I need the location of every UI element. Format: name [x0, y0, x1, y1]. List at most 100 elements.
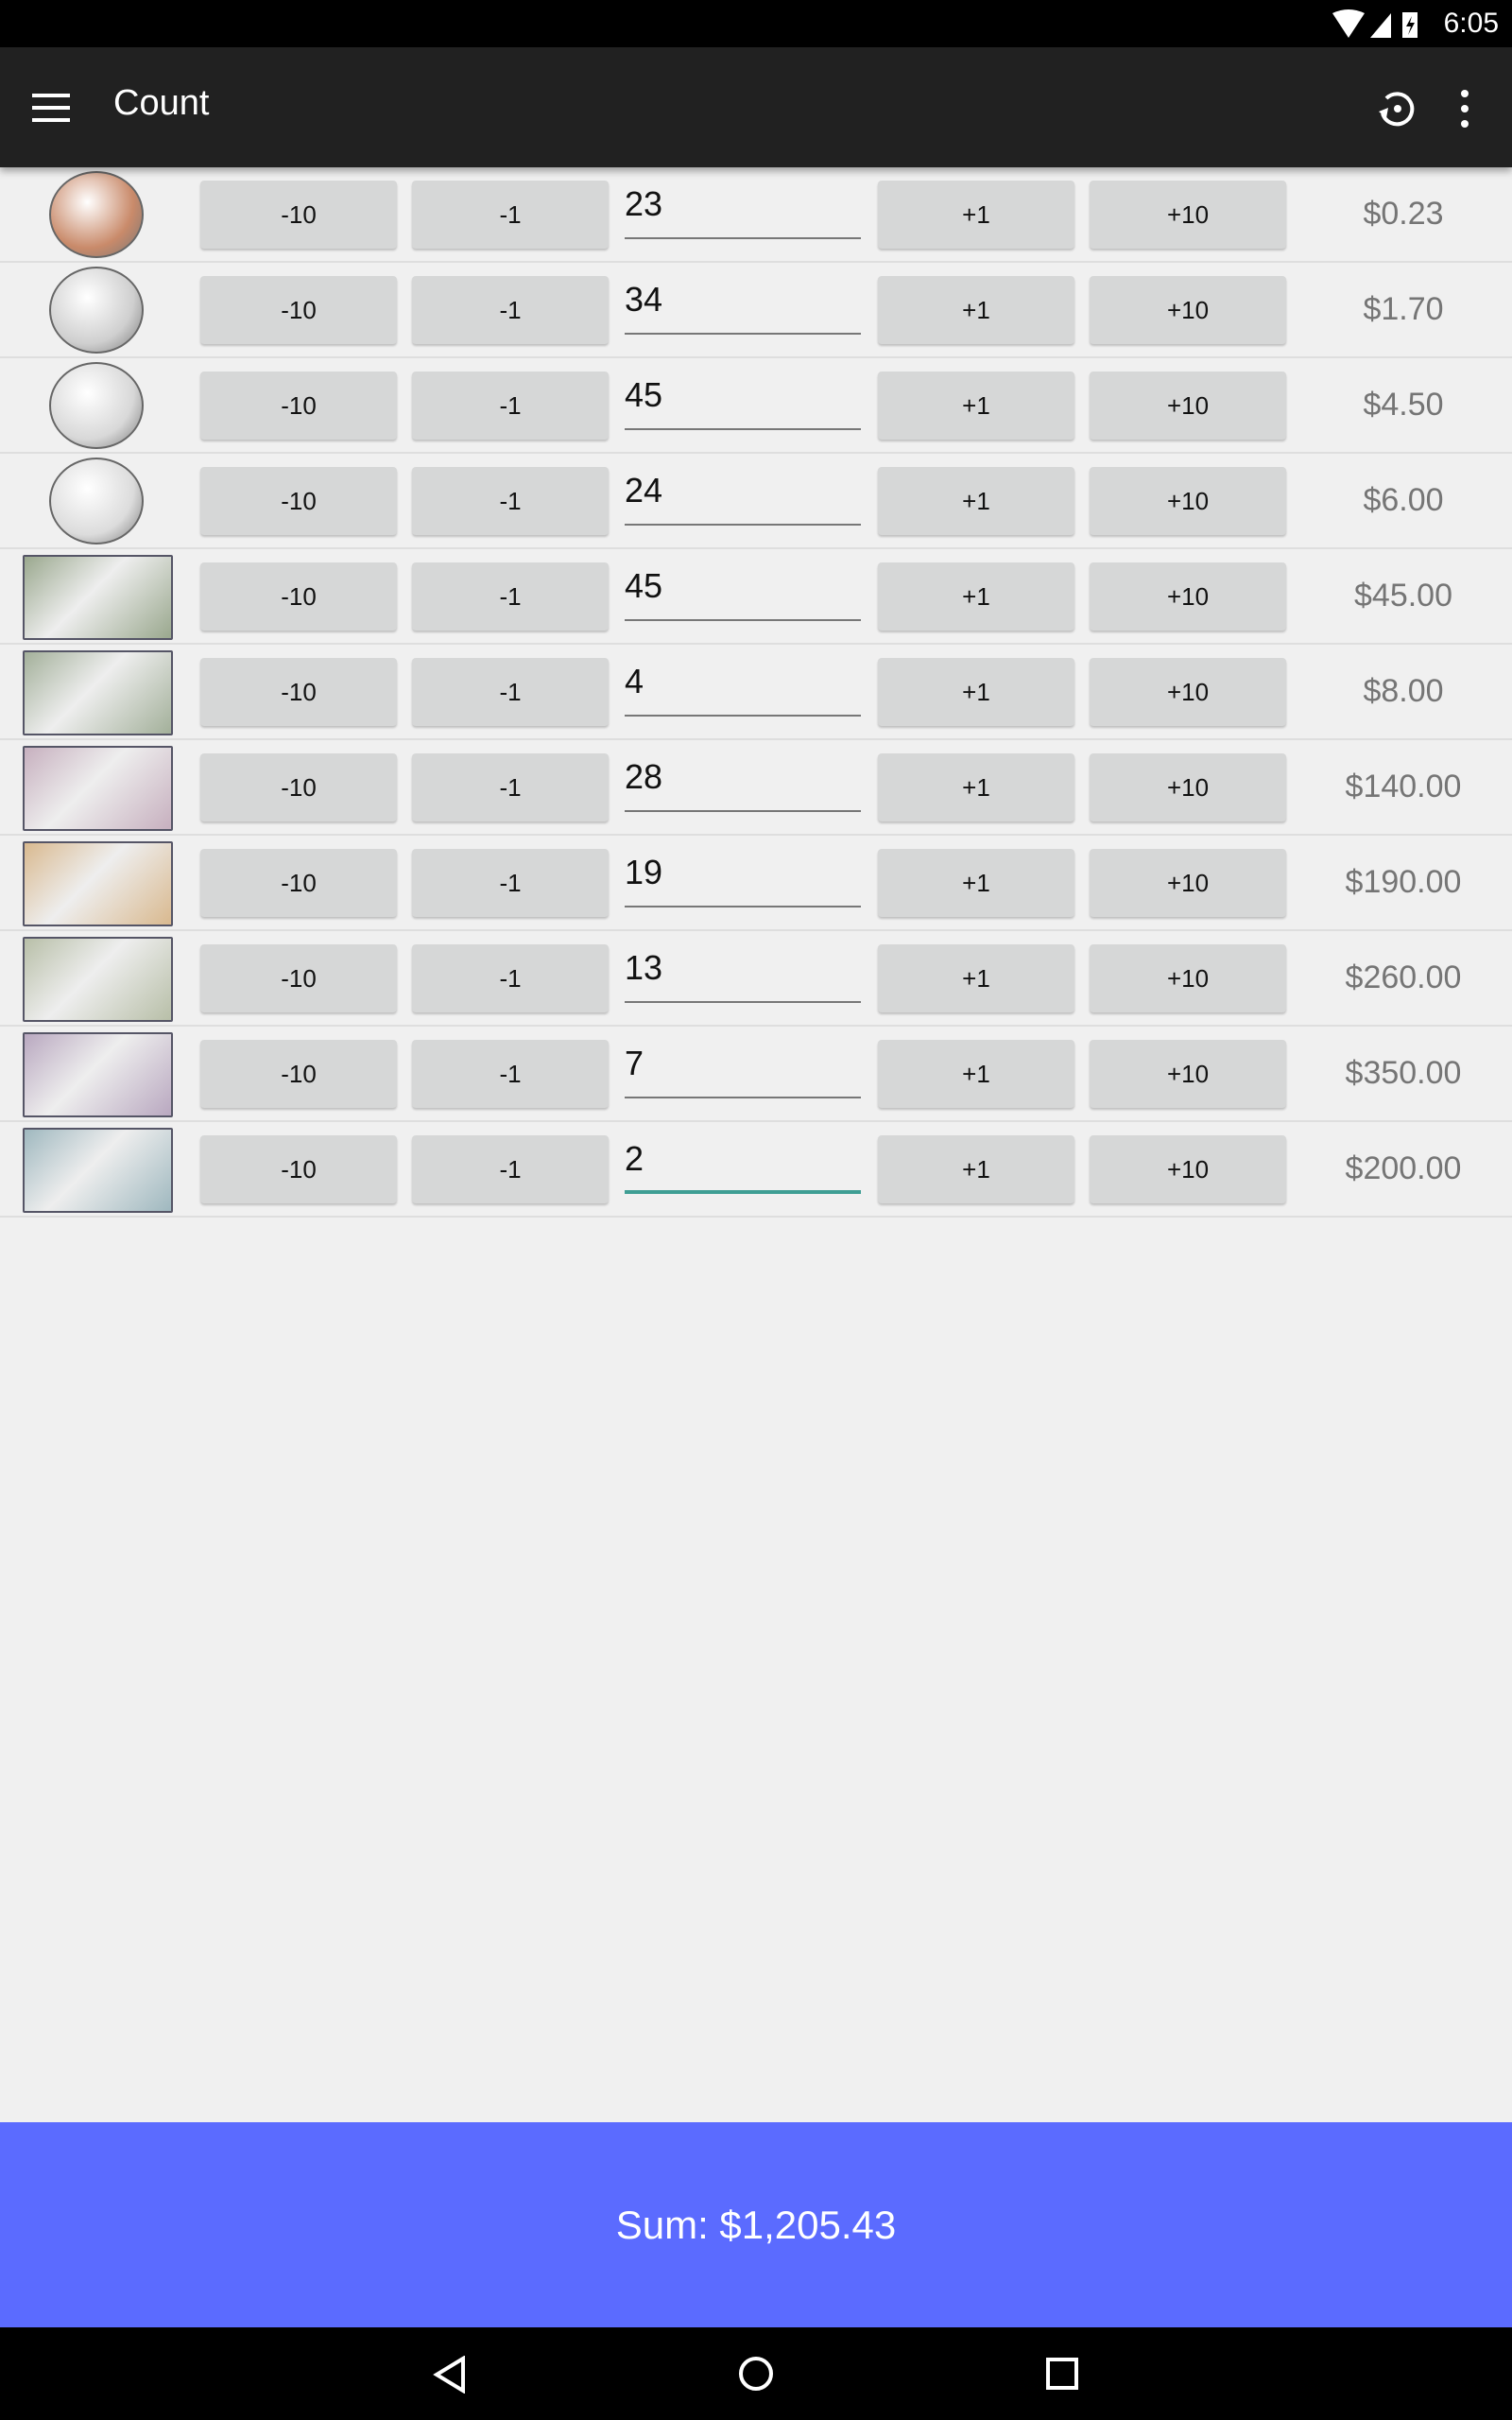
minus-10-button[interactable]: -10: [200, 181, 397, 249]
plus-10-button[interactable]: +10: [1090, 467, 1286, 535]
row-value: $4.50: [1363, 387, 1444, 423]
twenty-dollar-bill-image: [23, 937, 173, 1022]
minus-1-button[interactable]: -1: [412, 1135, 609, 1203]
count-input[interactable]: 45: [625, 561, 861, 621]
count-input[interactable]: 24: [625, 465, 861, 526]
count-input[interactable]: 19: [625, 847, 861, 908]
fifty-dollar-bill-image: [23, 1032, 173, 1117]
row-value: $0.23: [1363, 196, 1444, 232]
plus-10-button[interactable]: +10: [1090, 181, 1286, 249]
minus-1-button[interactable]: -1: [412, 944, 609, 1012]
home-icon[interactable]: [737, 2355, 775, 2393]
denomination-row: -10 -1 24 +1 +10 $6.00: [0, 454, 1512, 549]
minus-10-button[interactable]: -10: [200, 276, 397, 344]
denomination-list: -10 -1 23 +1 +10 $0.23 -10 -1 34 +1 +10 …: [0, 167, 1512, 1218]
recents-icon[interactable]: [1045, 2357, 1079, 2391]
minus-10-button[interactable]: -10: [200, 849, 397, 917]
plus-1-button[interactable]: +1: [878, 276, 1074, 344]
plus-10-button[interactable]: +10: [1090, 562, 1286, 631]
plus-10-button[interactable]: +10: [1090, 276, 1286, 344]
plus-1-button[interactable]: +1: [878, 372, 1074, 440]
denomination-row: -10 -1 2 +1 +10 $200.00: [0, 1122, 1512, 1218]
plus-10-button[interactable]: +10: [1090, 1040, 1286, 1108]
count-input[interactable]: 28: [625, 752, 861, 812]
five-dollar-bill-image: [23, 746, 173, 831]
navigation-bar: [0, 2327, 1512, 2420]
count-input[interactable]: 2: [625, 1133, 861, 1194]
count-input[interactable]: 4: [625, 656, 861, 717]
plus-10-button[interactable]: +10: [1090, 658, 1286, 726]
plus-10-button[interactable]: +10: [1090, 753, 1286, 821]
row-value: $260.00: [1345, 959, 1462, 995]
page-title: Count: [113, 83, 210, 123]
count-input[interactable]: 45: [625, 370, 861, 430]
hundred-dollar-bill-image: [23, 1128, 173, 1213]
minus-1-button[interactable]: -1: [412, 753, 609, 821]
sum-bar: Sum: $1,205.43: [0, 2122, 1512, 2327]
row-value: $200.00: [1345, 1150, 1462, 1186]
row-value: $8.00: [1363, 673, 1444, 709]
penny-image: [49, 171, 144, 258]
plus-10-button[interactable]: +10: [1090, 372, 1286, 440]
more-vert-icon[interactable]: [1451, 85, 1479, 132]
plus-1-button[interactable]: +1: [878, 849, 1074, 917]
ten-dollar-bill-image: [23, 841, 173, 926]
clock: 6:05: [1443, 8, 1499, 39]
signal-icon: [1370, 13, 1391, 38]
minus-10-button[interactable]: -10: [200, 372, 397, 440]
minus-10-button[interactable]: -10: [200, 562, 397, 631]
denomination-row: -10 -1 45 +1 +10 $45.00: [0, 549, 1512, 645]
denomination-row: -10 -1 34 +1 +10 $1.70: [0, 263, 1512, 358]
count-input[interactable]: 13: [625, 942, 861, 1003]
minus-10-button[interactable]: -10: [200, 753, 397, 821]
minus-10-button[interactable]: -10: [200, 467, 397, 535]
plus-1-button[interactable]: +1: [878, 1040, 1074, 1108]
plus-1-button[interactable]: +1: [878, 1135, 1074, 1203]
minus-10-button[interactable]: -10: [200, 1040, 397, 1108]
minus-10-button[interactable]: -10: [200, 944, 397, 1012]
status-icons: [1332, 9, 1418, 38]
row-value: $140.00: [1345, 769, 1462, 804]
two-dollar-bill-image: [23, 650, 173, 735]
row-value: $1.70: [1363, 291, 1444, 327]
quarter-image: [49, 458, 144, 544]
plus-1-button[interactable]: +1: [878, 181, 1074, 249]
plus-1-button[interactable]: +1: [878, 658, 1074, 726]
minus-1-button[interactable]: -1: [412, 658, 609, 726]
row-value: $45.00: [1354, 578, 1452, 614]
menu-icon[interactable]: [32, 94, 70, 122]
denomination-row: -10 -1 45 +1 +10 $4.50: [0, 358, 1512, 454]
plus-1-button[interactable]: +1: [878, 944, 1074, 1012]
minus-1-button[interactable]: -1: [412, 372, 609, 440]
minus-1-button[interactable]: -1: [412, 181, 609, 249]
denomination-row: -10 -1 13 +1 +10 $260.00: [0, 931, 1512, 1027]
denomination-row: -10 -1 28 +1 +10 $140.00: [0, 740, 1512, 836]
minus-1-button[interactable]: -1: [412, 1040, 609, 1108]
minus-1-button[interactable]: -1: [412, 276, 609, 344]
history-icon[interactable]: [1375, 87, 1418, 130]
denomination-row: -10 -1 23 +1 +10 $0.23: [0, 167, 1512, 263]
minus-1-button[interactable]: -1: [412, 467, 609, 535]
minus-1-button[interactable]: -1: [412, 562, 609, 631]
row-value: $190.00: [1345, 864, 1462, 900]
nickel-image: [49, 267, 144, 354]
plus-10-button[interactable]: +10: [1090, 944, 1286, 1012]
plus-1-button[interactable]: +1: [878, 753, 1074, 821]
plus-10-button[interactable]: +10: [1090, 1135, 1286, 1203]
wifi-icon: [1332, 9, 1365, 38]
dime-image: [49, 362, 144, 449]
row-value: $6.00: [1363, 482, 1444, 518]
denomination-row: -10 -1 7 +1 +10 $350.00: [0, 1027, 1512, 1122]
plus-10-button[interactable]: +10: [1090, 849, 1286, 917]
plus-1-button[interactable]: +1: [878, 562, 1074, 631]
minus-10-button[interactable]: -10: [200, 658, 397, 726]
status-bar: 6:05: [0, 0, 1512, 47]
count-input[interactable]: 7: [625, 1038, 861, 1098]
one-dollar-bill-image: [23, 555, 173, 640]
minus-1-button[interactable]: -1: [412, 849, 609, 917]
back-icon[interactable]: [433, 2356, 467, 2394]
plus-1-button[interactable]: +1: [878, 467, 1074, 535]
minus-10-button[interactable]: -10: [200, 1135, 397, 1203]
count-input[interactable]: 34: [625, 274, 861, 335]
count-input[interactable]: 23: [625, 179, 861, 239]
